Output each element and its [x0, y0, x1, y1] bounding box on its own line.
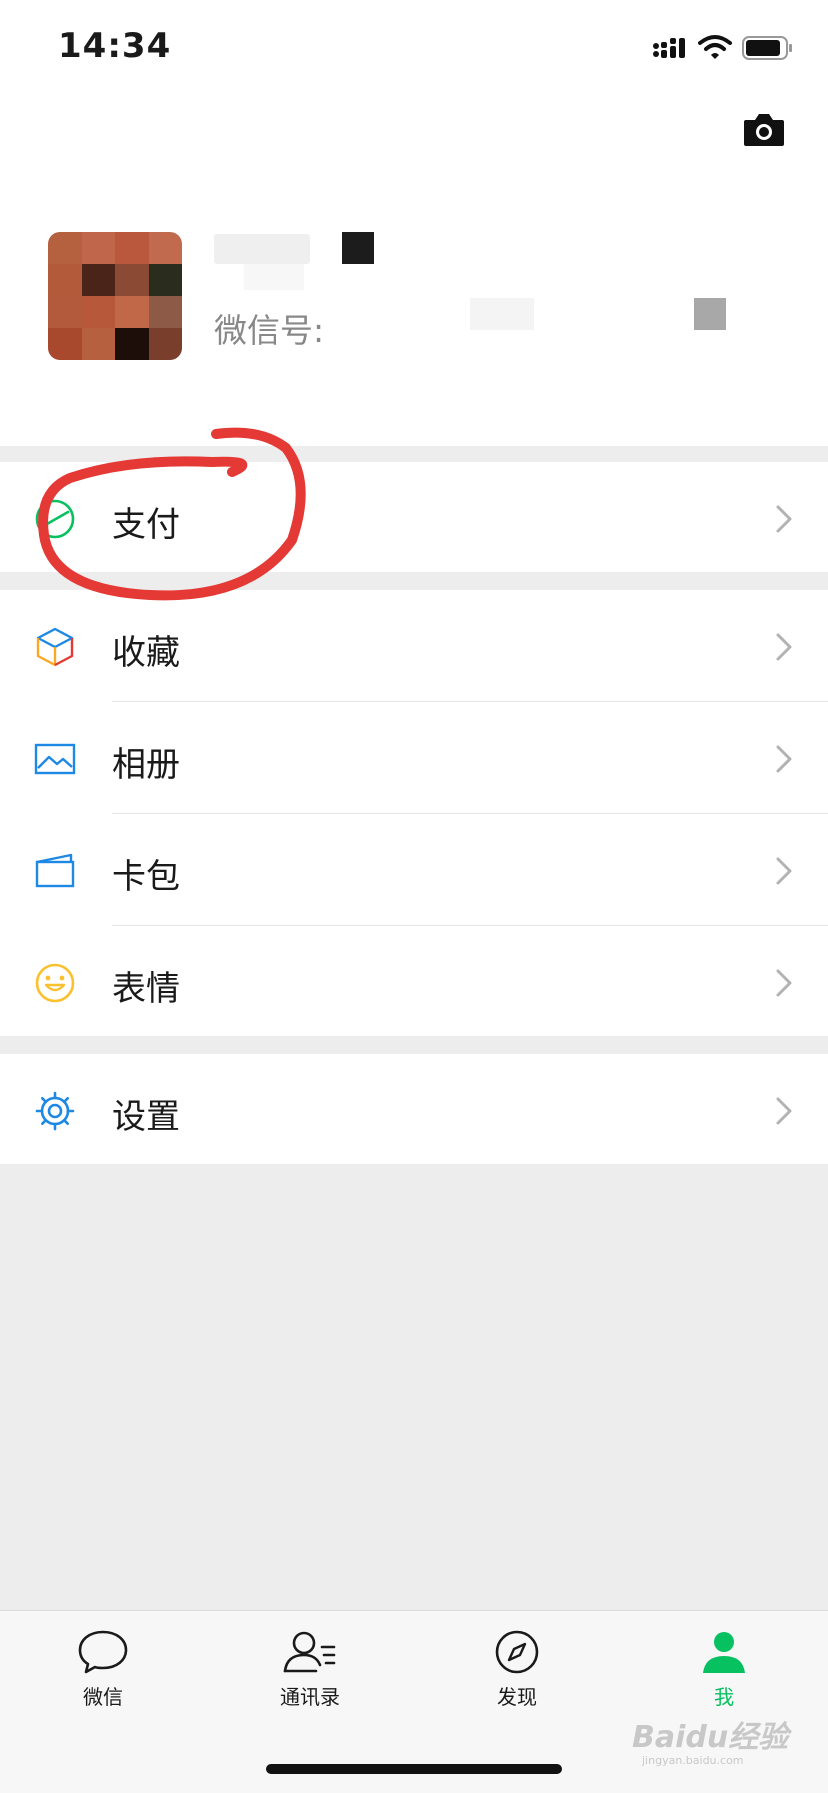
tab-label: 通讯录 [280, 1685, 340, 1709]
menu-group-main: 收藏 相册 卡包 表情 [0, 590, 828, 1036]
battery-icon [742, 36, 792, 60]
camera-icon[interactable] [742, 112, 786, 148]
menu-group-settings: 设置 [0, 1054, 828, 1164]
menu-item-label: 设置 [112, 1097, 180, 1137]
menu-item-label: 相册 [112, 745, 180, 785]
cellular-signal-icon [653, 38, 685, 58]
tab-label: 发现 [497, 1685, 537, 1709]
tab-chats[interactable]: 微信 [38, 1629, 168, 1710]
menu-item-label: 卡包 [112, 857, 180, 897]
wechat-id-label: 微信号: [214, 311, 325, 350]
chevron-right-icon [776, 505, 792, 533]
chevron-right-icon [776, 1097, 792, 1125]
nickname-redacted [214, 234, 310, 264]
tab-label: 微信 [83, 1685, 123, 1709]
qr-code-icon[interactable] [694, 298, 726, 330]
menu-item-cards[interactable]: 卡包 [0, 814, 828, 926]
watermark-logo: Baidu经验 [632, 1720, 789, 1755]
tab-discover[interactable]: 发现 [452, 1629, 582, 1710]
watermark-url: jingyan.baidu.com [642, 1754, 744, 1767]
red-circle-annotation [38, 427, 306, 601]
gear-icon [35, 1091, 75, 1131]
card-wallet-icon [35, 853, 75, 888]
menu-item-album[interactable]: 相册 [0, 702, 828, 814]
wifi-icon [698, 35, 732, 59]
chat-bubble-icon [78, 1630, 128, 1674]
nickname-redacted-shadow [244, 264, 304, 290]
wechat-id-redacted [470, 298, 534, 330]
tab-me[interactable]: 我 [659, 1629, 789, 1710]
contacts-icon [283, 1631, 336, 1673]
smiley-icon [35, 963, 75, 1003]
status-time: 14:34 [58, 26, 172, 66]
chevron-right-icon [776, 745, 792, 773]
menu-item-label: 收藏 [112, 633, 180, 673]
menu-item-label: 表情 [112, 969, 180, 1009]
menu-item-stickers[interactable]: 表情 [0, 926, 828, 1038]
chevron-right-icon [776, 969, 792, 997]
tab-label: 我 [714, 1685, 734, 1709]
redaction-mark [342, 232, 374, 264]
album-picture-icon [34, 743, 76, 775]
compass-icon [495, 1630, 539, 1674]
tab-contacts[interactable]: 通讯录 [245, 1629, 375, 1710]
home-indicator[interactable] [266, 1764, 562, 1774]
person-icon [703, 1632, 745, 1673]
menu-item-settings[interactable]: 设置 [0, 1054, 828, 1166]
chevron-right-icon [776, 857, 792, 885]
chevron-right-icon [776, 633, 792, 661]
avatar[interactable] [48, 232, 182, 360]
favorites-cube-icon [36, 627, 74, 667]
